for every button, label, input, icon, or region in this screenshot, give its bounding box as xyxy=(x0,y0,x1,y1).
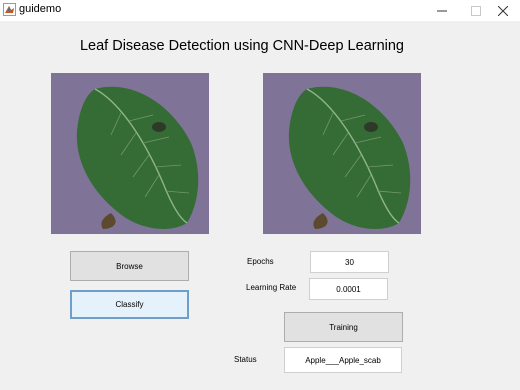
epochs-field[interactable]: 30 xyxy=(310,251,389,273)
matlab-app-icon xyxy=(3,3,16,16)
input-leaf-image xyxy=(51,73,209,234)
status-label: Status xyxy=(234,355,257,364)
minimize-button[interactable] xyxy=(425,0,459,21)
page-title: Leaf Disease Detection using CNN-Deep Le… xyxy=(79,38,404,54)
close-icon xyxy=(498,5,508,16)
status-field: Apple___Apple_scab xyxy=(284,347,402,373)
classify-button[interactable]: Classify xyxy=(70,290,189,319)
maximize-icon xyxy=(471,5,481,16)
training-button[interactable]: Training xyxy=(284,312,403,342)
epochs-label: Epochs xyxy=(247,257,274,266)
title-bar: guidemo xyxy=(0,0,520,21)
close-button[interactable] xyxy=(486,0,520,21)
browse-button[interactable]: Browse xyxy=(70,251,189,281)
learning-rate-field[interactable]: 0.0001 xyxy=(309,278,388,300)
window-title: guidemo xyxy=(19,3,62,15)
minimize-icon xyxy=(437,10,447,11)
processed-leaf-image xyxy=(263,73,421,234)
learning-rate-label: Learning Rate xyxy=(246,283,297,292)
